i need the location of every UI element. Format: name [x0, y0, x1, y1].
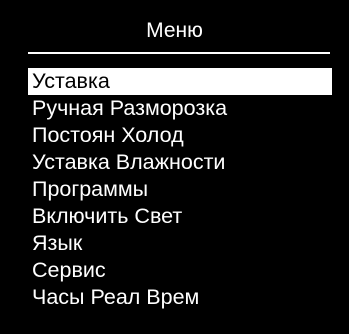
menu-item-service[interactable]: Сервис: [28, 257, 332, 284]
menu-item-constant-cold[interactable]: Постоян Холод: [28, 122, 332, 149]
menu-title: Меню: [146, 19, 203, 42]
menu-item-programs[interactable]: Программы: [28, 176, 332, 203]
menu-item-manual-defrost[interactable]: Ручная Разморозка: [28, 95, 332, 122]
menu-item-humidity-setpoint[interactable]: Уставка Влажности: [28, 149, 332, 176]
title-divider: [28, 52, 330, 54]
menu-list: Уставка Ручная Разморозка Постоян Холод …: [28, 68, 332, 311]
menu-screen: Меню Уставка Ручная Разморозка Постоян Х…: [0, 0, 349, 334]
menu-item-language[interactable]: Язык: [28, 230, 332, 257]
menu-item-real-time-clock[interactable]: Часы Реал Врем: [28, 284, 332, 311]
menu-item-light-on[interactable]: Включить Свет: [28, 203, 332, 230]
menu-item-setpoint[interactable]: Уставка: [28, 68, 332, 95]
